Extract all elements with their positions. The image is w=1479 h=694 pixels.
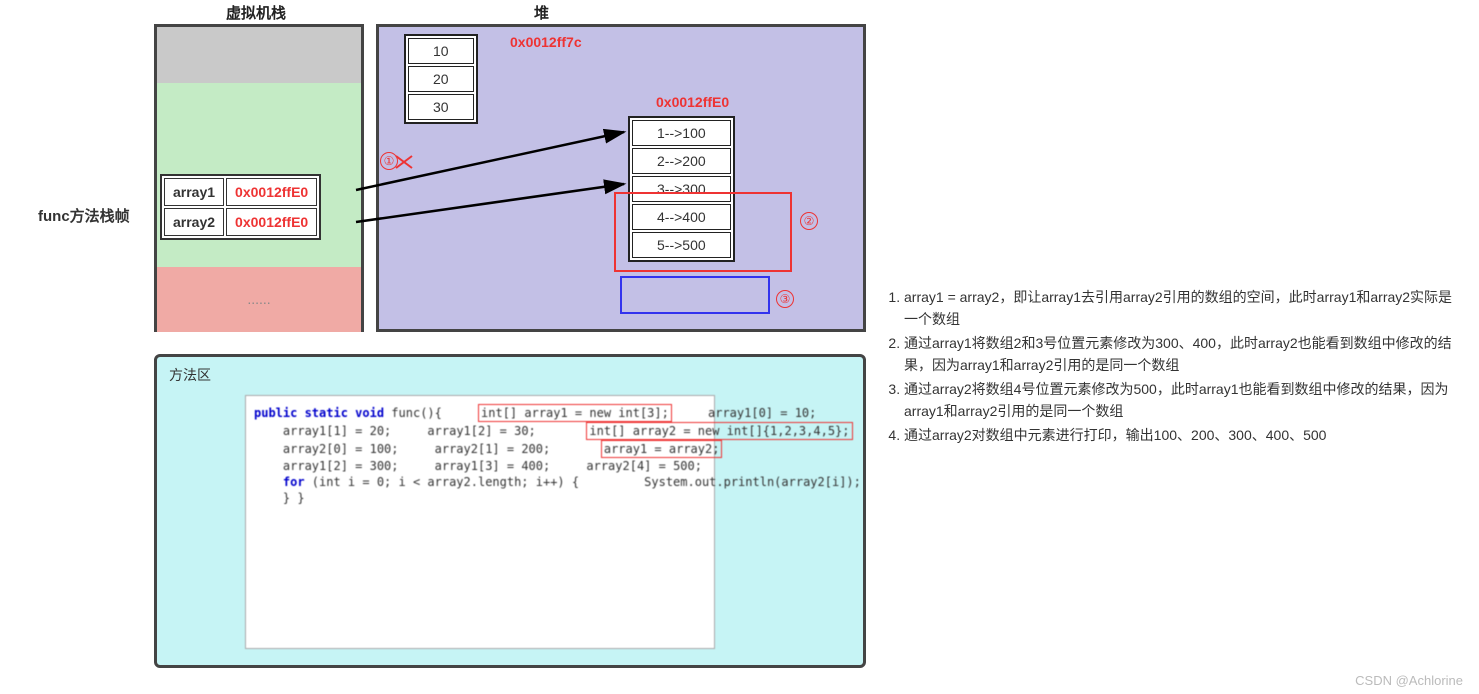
marker-3: ③ xyxy=(776,290,794,308)
list-item: 通过array2将数组4号位置元素修改为500，此时array1也能看到数组中修… xyxy=(904,378,1454,422)
marker-1: ① xyxy=(380,152,398,170)
cell: 2-->200 xyxy=(632,148,731,174)
highlight-blue xyxy=(620,276,770,314)
stack-segment-bottom: ...... xyxy=(157,267,361,332)
heap-addr-2: 0x0012ffE0 xyxy=(656,94,729,110)
stack-heading: 虚拟机栈 xyxy=(226,2,286,23)
cell: 1-->100 xyxy=(632,120,731,146)
watermark: CSDN @Achlorine xyxy=(1355,673,1463,688)
heap-heading: 堆 xyxy=(534,2,549,23)
list-item: 通过array1将数组2和3号位置元素修改为300、400，此时array2也能… xyxy=(904,332,1454,376)
method-area: 方法区 public static void func(){ int[] arr… xyxy=(154,354,866,668)
marker-2: ② xyxy=(800,212,818,230)
cell: 30 xyxy=(408,94,474,120)
var-name: array2 xyxy=(164,208,224,236)
highlight-red xyxy=(614,192,792,272)
method-area-title: 方法区 xyxy=(169,365,211,385)
table-row: array1 0x0012ffE0 xyxy=(164,178,317,206)
cell: 20 xyxy=(408,66,474,92)
table-row: array2 0x0012ffE0 xyxy=(164,208,317,236)
list-item: 通过array2对数组中元素进行打印，输出100、200、300、400、500 xyxy=(904,424,1454,446)
var-addr: 0x0012ffE0 xyxy=(226,208,317,236)
code-block: public static void func(){ int[] array1 … xyxy=(245,395,715,649)
var-addr: 0x0012ffE0 xyxy=(226,178,317,206)
stack-segment-top xyxy=(157,27,361,83)
cell: 10 xyxy=(408,38,474,64)
list-item: array1 = array2，即让array1去引用array2引用的数组的空… xyxy=(904,286,1454,330)
heap-object-1: 10 20 30 xyxy=(404,34,478,124)
heap-addr-1: 0x0012ff7c xyxy=(510,34,582,50)
frame-label: func方法栈帧 xyxy=(38,205,130,226)
stack-variables-table: array1 0x0012ffE0 array2 0x0012ffE0 xyxy=(160,174,321,240)
explanation-list: array1 = array2，即让array1去引用array2引用的数组的空… xyxy=(884,286,1454,448)
var-name: array1 xyxy=(164,178,224,206)
